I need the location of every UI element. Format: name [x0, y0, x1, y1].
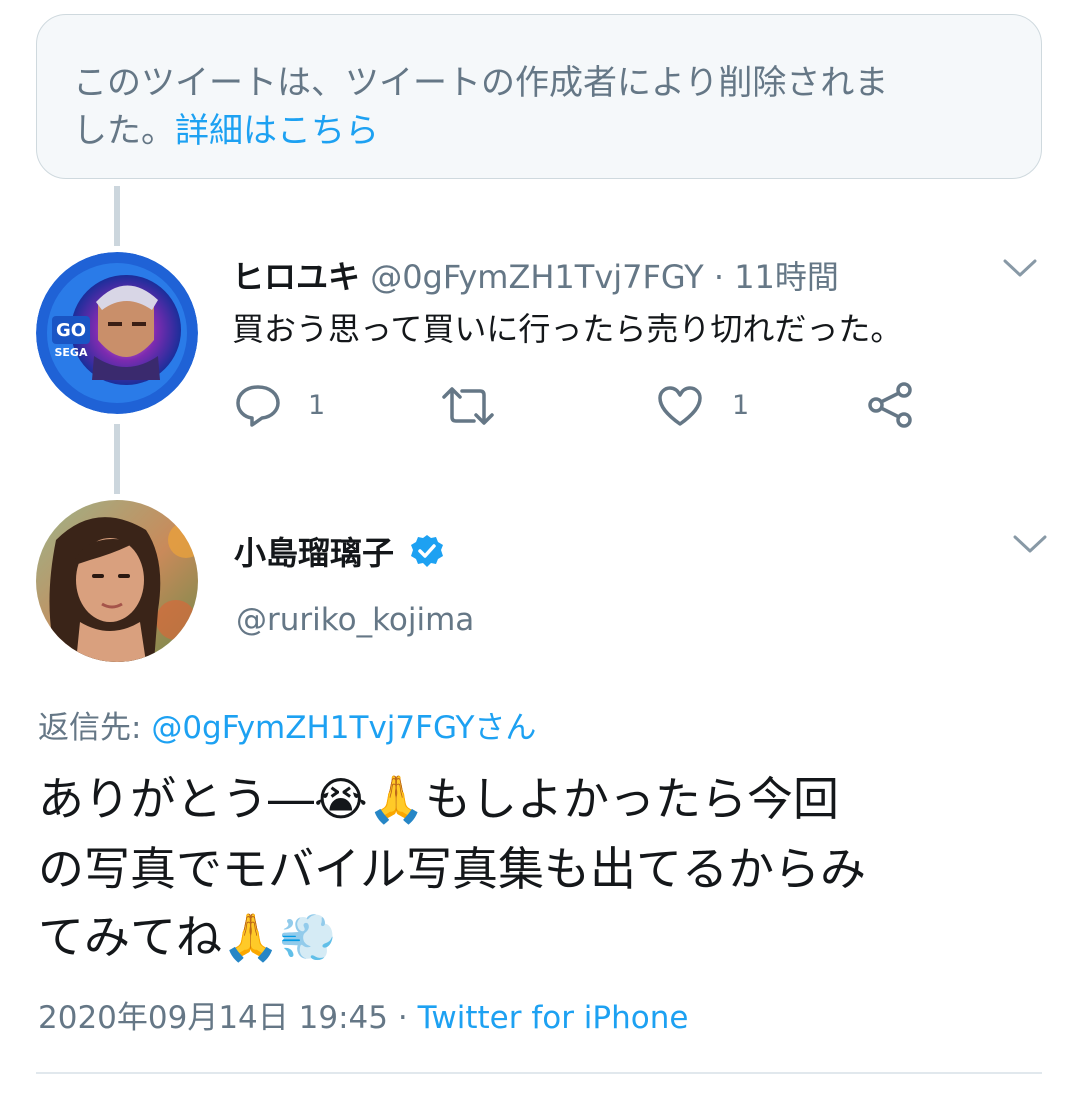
reply-icon[interactable] [234, 383, 282, 433]
avatar[interactable] [36, 500, 198, 662]
reply-count: 1 [308, 390, 326, 421]
main-tweet-author: 小島瑠璃子 [234, 528, 444, 576]
reply-author-handle[interactable]: @0gFymZH1Tvj7FGY [370, 258, 703, 296]
verified-badge-icon [410, 534, 444, 576]
share-icon[interactable] [866, 380, 916, 434]
main-tweet-text-line2: の写真でモバイル写真集も出てるからみ [38, 842, 866, 896]
deleted-notice-line2: した。詳細はこちら [73, 107, 1005, 155]
main-tweet-text-line3: てみてね🙏💨 [38, 910, 337, 964]
learn-more-link[interactable]: 詳細はこちら [175, 111, 379, 151]
avatar[interactable]: GO SEGA [36, 252, 198, 414]
like-count: 1 [732, 390, 750, 421]
thread-connector-middle [114, 424, 120, 494]
replying-to: 返信先: @0gFymZH1Tvj7FGYさん [38, 702, 536, 747]
meta-separator: · [713, 258, 725, 296]
svg-text:SEGA: SEGA [55, 346, 88, 359]
reply-tweet-header: ヒロユキ @0gFymZH1Tvj7FGY · 11時間 [232, 252, 839, 298]
like-icon[interactable] [656, 384, 704, 432]
main-tweet-timestamp[interactable]: 2020年09月14日 19:45 [38, 1000, 388, 1036]
thread-connector-top [114, 186, 120, 246]
reply-author-name[interactable]: ヒロユキ [232, 258, 360, 296]
replying-to-handle-link[interactable]: @0gFymZH1Tvj7FGYさん [151, 710, 536, 746]
chevron-down-icon[interactable] [1002, 256, 1038, 284]
tweet-timestamp-line: 2020年09月14日 19:45 · Twitter for iPhone [38, 992, 688, 1037]
tweet-source-link[interactable]: Twitter for iPhone [418, 1000, 689, 1036]
retweet-icon[interactable] [440, 385, 496, 431]
main-author-handle[interactable]: @ruriko_kojima [236, 602, 474, 638]
main-tweet-text-line1: ありがとう―😭🙏もしよかったら今回 [38, 772, 840, 826]
deleted-notice-text: した。 [73, 111, 175, 151]
meta-separator: · [397, 1000, 408, 1036]
avatar-badge-text: GO [56, 320, 86, 341]
divider [36, 1072, 1042, 1074]
deleted-tweet-notice: このツイートは、ツイートの作成者により削除されま した。詳細はこちら [36, 14, 1042, 179]
main-author-name[interactable]: 小島瑠璃子 [234, 534, 394, 572]
deleted-notice-line1: このツイートは、ツイートの作成者により削除されま [73, 63, 889, 103]
reply-tweet-text: 買おう思って買いに行ったら売り切れだった。 [232, 310, 903, 348]
chevron-down-icon[interactable] [1012, 532, 1048, 560]
replying-to-label: 返信先: [38, 710, 142, 746]
reply-timestamp[interactable]: 11時間 [734, 258, 839, 296]
